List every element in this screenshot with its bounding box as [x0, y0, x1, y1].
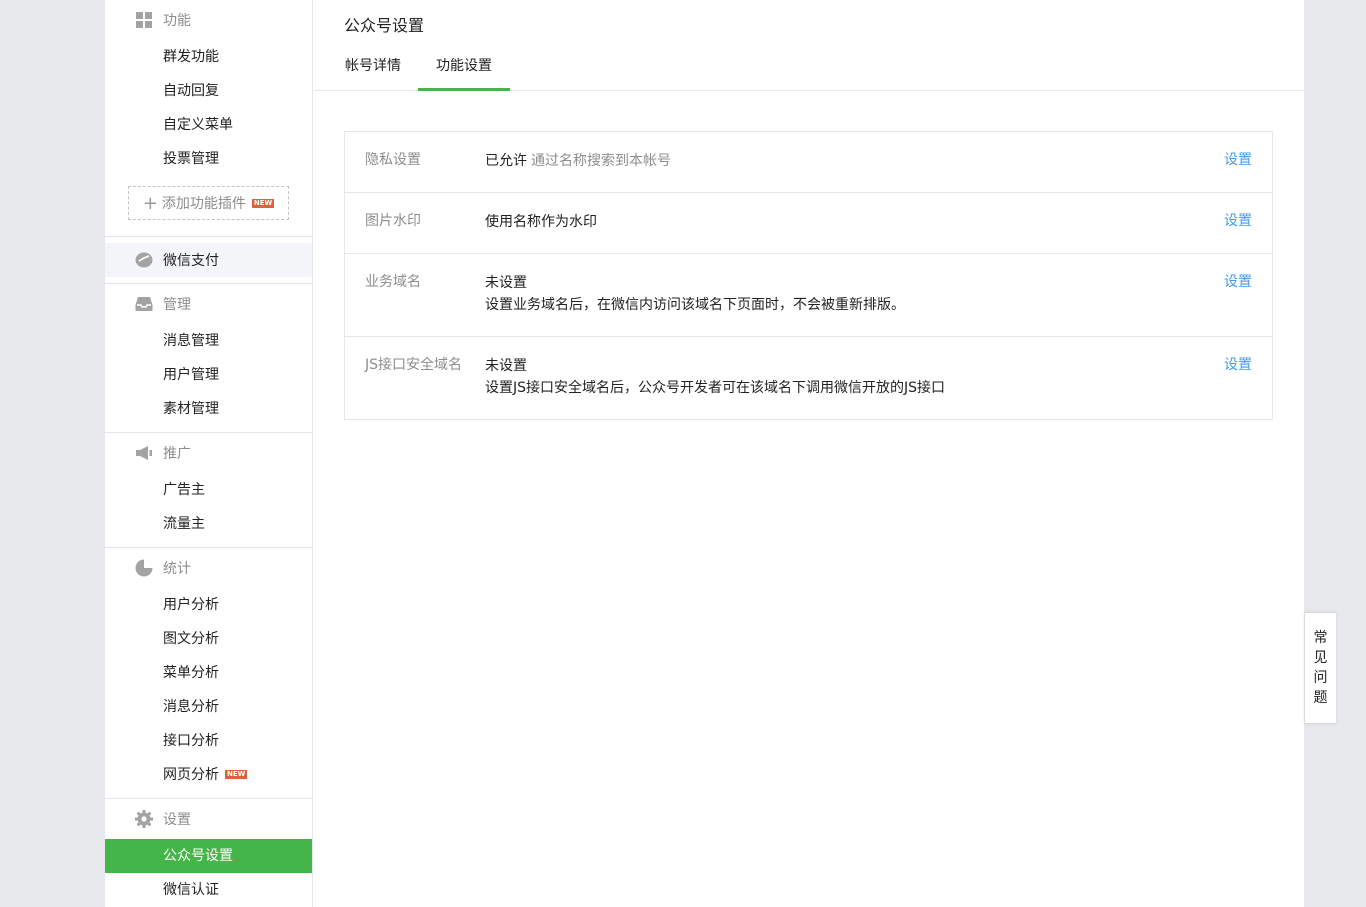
- sidebar-item-advertiser[interactable]: 广告主: [105, 473, 312, 507]
- sidebar-item-menu-analysis[interactable]: 菜单分析: [105, 656, 312, 690]
- wallet-icon: [135, 252, 153, 268]
- page-title: 公众号设置: [344, 16, 425, 35]
- sidebar-item-label: 网页分析: [163, 767, 219, 783]
- row-label: JS接口安全域名: [365, 357, 463, 373]
- row-content: 未设置 设置业务域名后，在微信内访问该域名下页面时，不会被重新排版。: [485, 272, 1224, 316]
- sidebar-item-article-analysis[interactable]: 图文分析: [105, 622, 312, 656]
- row-label: 图片水印: [365, 213, 421, 229]
- row-value: 未设置: [485, 358, 527, 374]
- sidebar-item-wechat-pay[interactable]: 微信支付: [105, 243, 312, 277]
- sidebar-group-title: 统计: [105, 548, 312, 588]
- sidebar-item-label: 微信支付: [163, 253, 219, 269]
- row-desc: 设置JS接口安全域名后，公众号开发者可在该域名下调用微信开放的JS接口: [485, 380, 946, 396]
- row-content: 已允许 通过名称搜索到本帐号: [485, 150, 1224, 172]
- business-domain-settings-link[interactable]: 设置: [1224, 272, 1252, 316]
- app-frame: 功能 群发功能 自动回复 自定义菜单 投票管理 + 添加功能插件 NEW 微信支…: [105, 0, 1304, 907]
- row-content: 未设置 设置JS接口安全域名后，公众号开发者可在该域名下调用微信开放的JS接口: [485, 355, 1224, 399]
- faq-button[interactable]: 常 见 问 题: [1304, 612, 1336, 724]
- privacy-settings-link[interactable]: 设置: [1224, 150, 1252, 172]
- sidebar-item-users[interactable]: 用户管理: [105, 358, 312, 392]
- add-plugin-button[interactable]: + 添加功能插件 NEW: [128, 186, 289, 220]
- faq-char: 见: [1313, 650, 1328, 666]
- sidebar-item-message-analysis[interactable]: 消息分析: [105, 690, 312, 724]
- faq-char: 题: [1313, 690, 1328, 706]
- sidebar-group-label: 推广: [163, 446, 191, 462]
- sidebar-group-pay: 微信支付: [105, 243, 312, 284]
- sidebar-item-account-settings[interactable]: 公众号设置: [105, 839, 312, 873]
- settings-table: 隐私设置 已允许 通过名称搜索到本帐号 设置 图片水印 使用名称作为水印 设置 业…: [344, 131, 1273, 420]
- sidebar: 功能 群发功能 自动回复 自定义菜单 投票管理 + 添加功能插件 NEW 微信支…: [105, 0, 313, 907]
- sidebar-item-auto-reply[interactable]: 自动回复: [105, 74, 312, 108]
- row-value: 已允许: [485, 153, 527, 169]
- row-content: 使用名称作为水印: [485, 211, 1224, 233]
- tab-bar: 帐号详情 功能设置: [314, 43, 1304, 91]
- sidebar-group-promote: 推广 广告主 流量主: [105, 433, 312, 548]
- sidebar-group-title: 管理: [105, 284, 312, 324]
- tab-feature-settings[interactable]: 功能设置: [418, 43, 510, 91]
- sidebar-group-title: 功能: [105, 0, 312, 40]
- new-badge: NEW: [251, 198, 275, 208]
- sidebar-group-features: 功能 群发功能 自动回复 自定义菜单 投票管理 + 添加功能插件 NEW: [105, 0, 312, 237]
- sidebar-group-label: 设置: [163, 812, 191, 828]
- faq-char: 常: [1313, 630, 1328, 646]
- sidebar-item-vote[interactable]: 投票管理: [105, 142, 312, 176]
- main-content: 公众号设置 帐号详情 功能设置 隐私设置 已允许 通过名称搜索到本帐号 设置 图片…: [314, 0, 1304, 907]
- sidebar-item-custom-menu[interactable]: 自定义菜单: [105, 108, 312, 142]
- settings-row-watermark: 图片水印 使用名称作为水印 设置: [345, 193, 1272, 254]
- tab-account-details[interactable]: 帐号详情: [344, 43, 402, 91]
- settings-row-js-domain: JS接口安全域名 未设置 设置JS接口安全域名后，公众号开发者可在该域名下调用微…: [345, 337, 1272, 419]
- watermark-settings-link[interactable]: 设置: [1224, 211, 1252, 233]
- sidebar-item-mass-send[interactable]: 群发功能: [105, 40, 312, 74]
- sidebar-group-stats: 统计 用户分析 图文分析 菜单分析 消息分析 接口分析 网页分析 NEW: [105, 548, 312, 799]
- row-sub: 通过名称搜索到本帐号: [531, 153, 671, 169]
- sidebar-group-title: 推广: [105, 433, 312, 473]
- new-badge: NEW: [225, 770, 248, 779]
- sidebar-item-user-analysis[interactable]: 用户分析: [105, 588, 312, 622]
- sidebar-item-web-analysis[interactable]: 网页分析 NEW: [105, 758, 312, 792]
- grid-icon: [135, 11, 153, 29]
- row-desc: 设置业务域名后，在微信内访问该域名下页面时，不会被重新排版。: [485, 297, 905, 313]
- sidebar-group-label: 统计: [163, 561, 191, 577]
- sidebar-group-title: 设置: [105, 799, 312, 839]
- megaphone-icon: [135, 444, 153, 462]
- gear-icon: [135, 810, 153, 828]
- sidebar-item-materials[interactable]: 素材管理: [105, 392, 312, 426]
- plus-icon: +: [142, 192, 158, 214]
- sidebar-item-api-analysis[interactable]: 接口分析: [105, 724, 312, 758]
- sidebar-group-label: 功能: [163, 13, 191, 29]
- add-plugin-label: 添加功能插件: [161, 196, 246, 212]
- row-label: 隐私设置: [365, 152, 421, 168]
- pie-chart-icon: [135, 559, 153, 577]
- settings-row-privacy: 隐私设置 已允许 通过名称搜索到本帐号 设置: [345, 132, 1272, 193]
- faq-char: 问: [1313, 670, 1328, 686]
- sidebar-item-messages[interactable]: 消息管理: [105, 324, 312, 358]
- row-value: 未设置: [485, 275, 527, 291]
- sidebar-item-verification[interactable]: 微信认证: [105, 873, 312, 907]
- row-label: 业务域名: [365, 274, 421, 290]
- sidebar-group-settings: 设置 公众号设置 微信认证: [105, 799, 312, 907]
- js-domain-settings-link[interactable]: 设置: [1224, 355, 1252, 399]
- sidebar-group-label: 管理: [163, 297, 191, 313]
- sidebar-item-publisher[interactable]: 流量主: [105, 507, 312, 541]
- inbox-icon: [135, 295, 153, 313]
- sidebar-group-manage: 管理 消息管理 用户管理 素材管理: [105, 284, 312, 433]
- settings-row-business-domain: 业务域名 未设置 设置业务域名后，在微信内访问该域名下页面时，不会被重新排版。 …: [345, 254, 1272, 337]
- row-value: 使用名称作为水印: [485, 214, 597, 230]
